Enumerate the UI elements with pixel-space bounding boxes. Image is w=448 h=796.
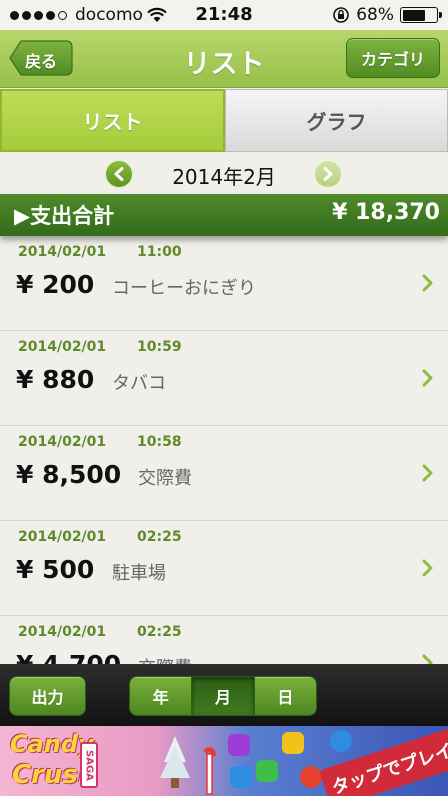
- chevron-right-icon: [422, 559, 433, 577]
- chevron-right-icon: [422, 369, 433, 387]
- nav-bar: 戻る リスト カテゴリ: [0, 30, 448, 88]
- period-day-button[interactable]: 日: [254, 677, 316, 715]
- chevron-right-icon: [422, 464, 433, 482]
- period-segmented-control: 年 月 日: [129, 676, 317, 716]
- month-label: 2014年2月: [172, 165, 276, 189]
- list-item[interactable]: 2014/02/01 02:25 ¥ 500 駐車場: [0, 521, 448, 616]
- expense-total-amount: ¥ 18,370: [332, 200, 440, 225]
- bottom-toolbar: 出力 年 月 日: [0, 664, 448, 726]
- candy-icon: [282, 732, 304, 754]
- chevron-right-icon: [422, 654, 433, 664]
- ad-tree-icon: [160, 736, 217, 795]
- battery-icon: [400, 7, 442, 23]
- entry-time: 10:59: [137, 339, 182, 355]
- entry-amount: ¥ 500: [16, 555, 95, 584]
- month-selector: 2014年2月: [0, 152, 448, 194]
- category-button[interactable]: カテゴリ: [346, 38, 440, 78]
- expense-total-label: ▶支出合計: [14, 204, 115, 228]
- entry-amount: ¥ 4,700: [16, 650, 121, 664]
- entry-memo: 交際費: [138, 654, 192, 664]
- export-button[interactable]: 出力: [9, 676, 86, 716]
- candy-icon: [300, 766, 322, 788]
- list-item[interactable]: 2014/02/01 02:25 ¥ 4,700 交際費: [0, 616, 448, 664]
- status-bar: docomo 21:48 68%: [0, 0, 448, 30]
- entry-date: 2014/02/01: [18, 529, 107, 545]
- rotation-lock-icon: [333, 7, 350, 23]
- entry-date: 2014/02/01: [18, 434, 107, 450]
- entry-amount: ¥ 880: [16, 365, 95, 394]
- tab-graph[interactable]: グラフ: [225, 89, 448, 152]
- chevron-right-icon: [323, 167, 333, 181]
- period-year-button[interactable]: 年: [130, 677, 193, 715]
- candy-icon: [228, 734, 250, 756]
- entry-amount: ¥ 200: [16, 270, 95, 299]
- entry-date: 2014/02/01: [18, 339, 107, 355]
- list-item[interactable]: 2014/02/01 10:58 ¥ 8,500 交際費: [0, 426, 448, 521]
- list-item[interactable]: 2014/02/01 11:00 ¥ 200 コーヒーおにぎり: [0, 236, 448, 331]
- candy-icon: [256, 760, 278, 782]
- view-tabs: リスト グラフ: [0, 89, 448, 152]
- next-month-button[interactable]: [315, 161, 341, 187]
- entry-time: 02:25: [137, 529, 182, 545]
- expense-total-bar: ▶支出合計 ¥ 18,370: [0, 194, 448, 236]
- entry-date: 2014/02/01: [18, 624, 107, 640]
- expense-list: 2014/02/01 11:00 ¥ 200 コーヒーおにぎり 2014/02/…: [0, 236, 448, 664]
- entry-memo: 交際費: [138, 468, 192, 489]
- candy-icon: [330, 730, 352, 752]
- entry-time: 02:25: [137, 624, 182, 640]
- ad-banner[interactable]: Candy Crush SAGA タップでプレイ: [0, 726, 448, 796]
- entry-time: 10:58: [137, 434, 182, 450]
- entry-date: 2014/02/01: [18, 244, 107, 260]
- period-month-button[interactable]: 月: [192, 677, 255, 715]
- candy-icon: [230, 766, 252, 788]
- battery-percent: 68%: [356, 5, 394, 25]
- entry-amount: ¥ 8,500: [16, 460, 122, 489]
- entry-time: 11:00: [137, 244, 182, 260]
- tab-list[interactable]: リスト: [0, 89, 225, 152]
- entry-memo: 駐車場: [112, 563, 166, 584]
- entry-memo: コーヒーおにぎり: [112, 278, 256, 299]
- list-item[interactable]: 2014/02/01 10:59 ¥ 880 タバコ: [0, 331, 448, 426]
- status-right: 68%: [332, 5, 442, 25]
- ad-saga-label: SAGA: [80, 742, 98, 788]
- entry-memo: タバコ: [112, 373, 166, 394]
- chevron-right-icon: [422, 274, 433, 292]
